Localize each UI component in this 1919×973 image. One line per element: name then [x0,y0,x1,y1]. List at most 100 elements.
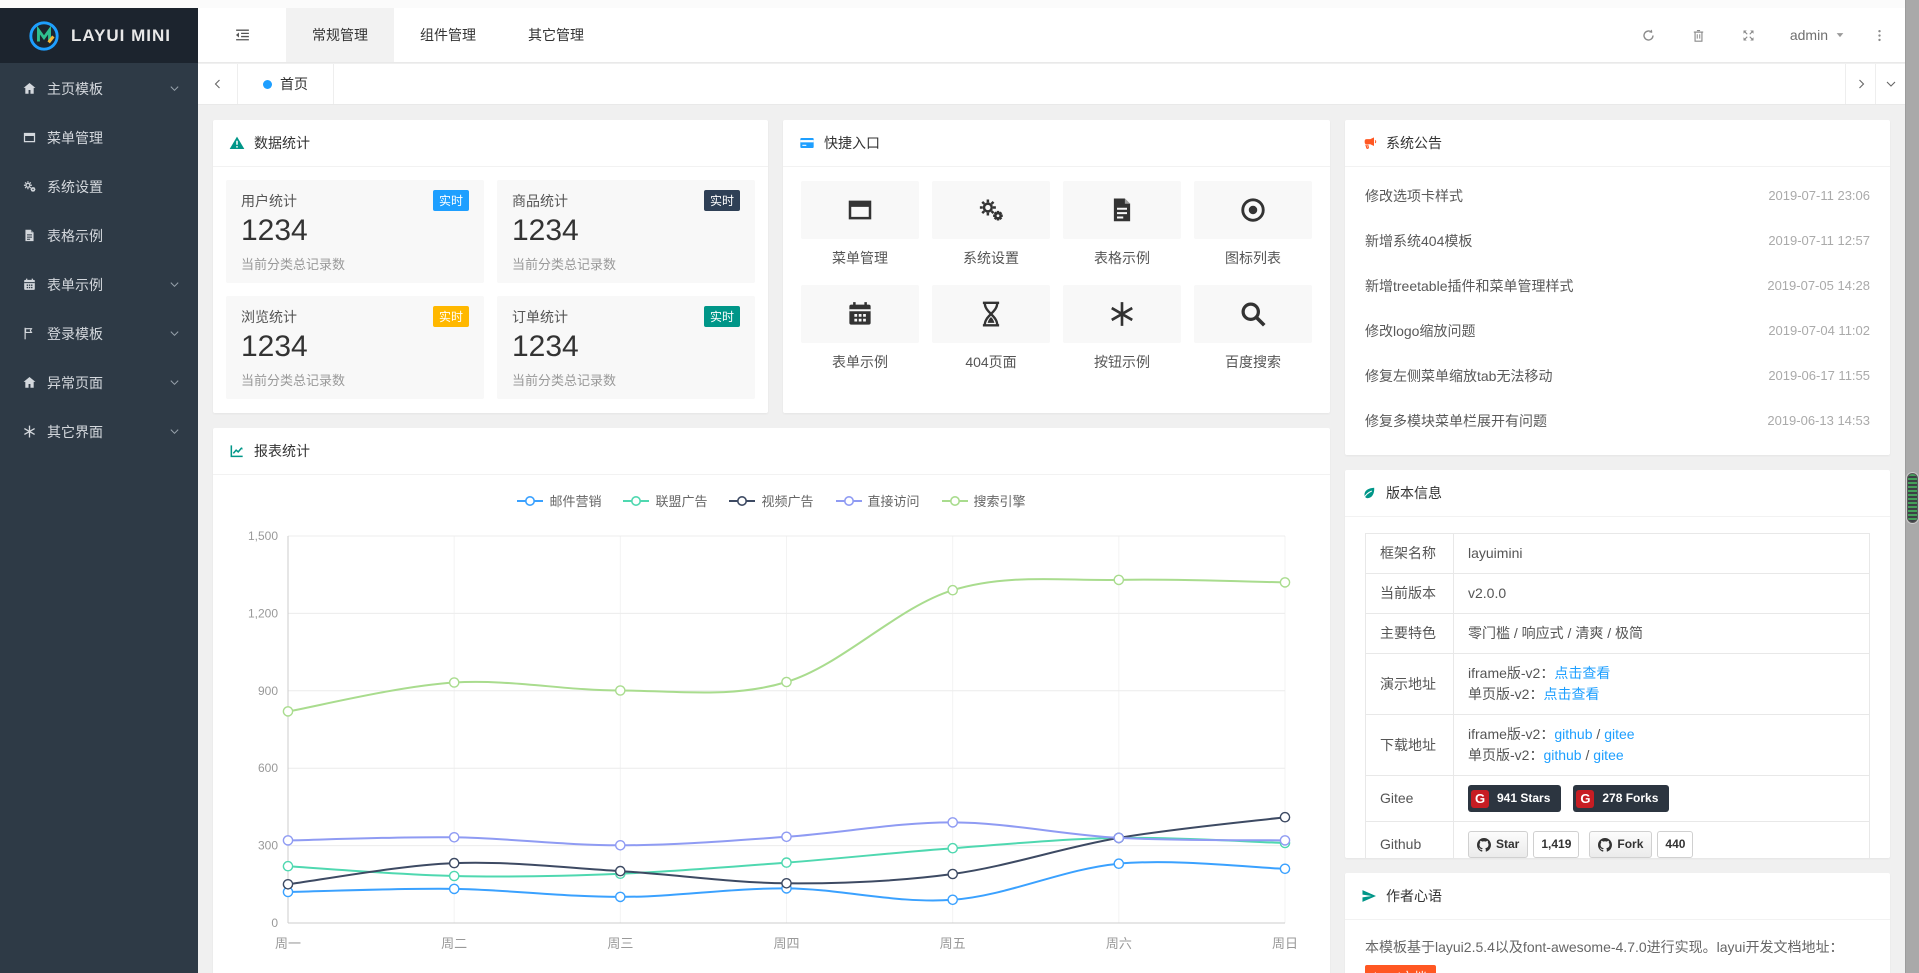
quick-entry-title: 快捷入口 [824,133,880,153]
header-tab-3[interactable]: 其它管理 [502,8,610,62]
outdent-icon [234,27,251,44]
menu-toggle-button[interactable] [198,8,286,62]
quick-entry-header: 快捷入口 [783,120,1330,167]
header-spacer [610,8,1624,62]
quick-entry-4[interactable]: 图标列表 [1194,181,1312,268]
sidebar-item-6[interactable]: 登录模板 [0,309,198,358]
chevron-down-icon [169,83,180,94]
version-value: layuimini [1468,545,1522,561]
sidebar-item-8[interactable]: 其它界面 [0,407,198,456]
quick-entry-label: 按钮示例 [1063,352,1181,372]
tabs-scroll-left-button[interactable] [198,64,238,104]
sidebar-item-3[interactable]: 系统设置 [0,162,198,211]
asterisk-icon [22,424,37,439]
quick-entry-tile [801,285,919,343]
chevron-down-icon [1885,78,1897,90]
browser-scrollbar[interactable] [1905,0,1919,973]
notice-row-6: 修复多模块菜单栏展开有问题2019-06-13 14:53 [1345,398,1890,443]
sidebar-item-4[interactable]: 表格示例 [0,211,198,260]
gitee-badge[interactable]: G278 Forks [1573,785,1669,812]
kebab-icon [1872,28,1887,43]
file-icon [22,228,37,243]
legend-item[interactable]: 邮件营销 [517,491,601,510]
refresh-button[interactable] [1624,8,1674,62]
legend-label: 邮件营销 [549,491,601,510]
layui-doc-badge[interactable]: layui文档 [1365,965,1436,973]
sidebar-item-5[interactable]: 表单示例 [0,260,198,309]
version-content: Star1,419 Fork440 [1454,822,1870,859]
more-options-button[interactable] [1861,8,1897,62]
app-logo: LAYUI MINI [0,8,198,63]
legend-item[interactable]: 视频广告 [729,491,813,510]
legend-item[interactable]: 联盟广告 [623,491,707,510]
gitee-badge[interactable]: G941 Stars [1468,785,1561,812]
flag-icon [22,326,37,341]
version-info-header: 版本信息 [1345,470,1890,517]
tabs-scroll-right-button[interactable] [1845,64,1875,104]
github-fork-button[interactable]: Fork [1589,831,1652,858]
quick-entry-6[interactable]: 404页面 [932,285,1050,372]
chevron-down-icon [1885,78,1897,90]
quick-entry-1[interactable]: 菜单管理 [801,181,919,268]
version-label: 演示地址 [1366,654,1454,715]
report-chart-panel: 报表统计 邮件营销联盟广告视频广告直接访问搜索引擎 周一周二周三周四周五周六周日… [213,428,1330,973]
version-content: iframe版-v2：github / gitee单页版-v2：github /… [1454,715,1870,776]
chevron-right-icon [1855,78,1867,90]
tabs-menu-button[interactable] [1875,64,1905,104]
notice-date: 2019-06-17 11:55 [1768,368,1870,383]
bullhorn-icon [1361,135,1377,151]
expand-icon [1741,28,1756,43]
paper-plane-icon [1361,888,1377,904]
system-notice-header: 系统公告 [1345,120,1890,167]
right-column: 系统公告 修改选项卡样式2019-07-11 23:06新增系统404模板201… [1345,120,1890,973]
link-点击查看[interactable]: 点击查看 [1543,686,1599,702]
version-content: 零门槛 / 响应式 / 清爽 / 极简 [1454,614,1870,654]
legend-item[interactable]: 直接访问 [836,491,920,510]
left-column: 数据统计 用户统计实时1234当前分类总记录数商品统计实时1234当前分类总记录… [213,120,1330,973]
stat-card-label: 用户统计 [241,191,297,211]
refresh-icon [1641,28,1656,43]
quick-entry-2[interactable]: 系统设置 [932,181,1050,268]
legend-item[interactable]: 搜索引擎 [942,491,1026,510]
link-github[interactable]: github [1543,747,1581,763]
legend-marker-icon [623,495,649,507]
sidebar-item-label: 菜单管理 [47,128,180,148]
leaf-icon [1361,485,1377,501]
github-icon [1477,838,1491,852]
notice-date: 2019-07-11 12:57 [1768,233,1870,248]
scrollbar-thumb[interactable] [1907,473,1918,523]
sidebar-item-7[interactable]: 异常页面 [0,358,198,407]
link-github[interactable]: github [1554,726,1592,742]
link-gitee[interactable]: gitee [1593,747,1623,763]
quick-entry-3[interactable]: 表格示例 [1063,181,1181,268]
tab-home[interactable]: 首页 [238,64,334,104]
link-gitee[interactable]: gitee [1604,726,1634,742]
trash-button[interactable] [1674,8,1724,62]
quick-entry-7[interactable]: 按钮示例 [1063,285,1181,372]
chevron-left-icon [212,78,224,90]
quick-entry-tile [1063,285,1181,343]
quick-entry-label: 图标列表 [1194,248,1312,268]
user-menu[interactable]: admin [1774,8,1861,62]
expand-button[interactable] [1724,8,1774,62]
sidebar-item-label: 其它界面 [47,422,169,442]
credit-card-icon [799,135,815,151]
link-prefix: iframe版-v2： [1468,665,1554,681]
gitee-badge-label: 941 Stars [1489,788,1558,809]
github-fork-count[interactable]: 440 [1657,831,1693,858]
top-header: 常规管理组件管理其它管理 admin [198,8,1905,63]
stat-card-label: 订单统计 [512,307,568,327]
stat-card-label: 浏览统计 [241,307,297,327]
github-star-count[interactable]: 1,419 [1533,831,1579,858]
home-icon [22,81,37,96]
header-tab-2[interactable]: 组件管理 [394,8,502,62]
link-点击查看[interactable]: 点击查看 [1554,665,1610,681]
github-star-button[interactable]: Star [1468,831,1528,858]
header-tab-1[interactable]: 常规管理 [286,8,394,62]
version-row-7: GithubStar1,419Fork440 [1366,822,1870,859]
svg-text:900: 900 [258,684,278,698]
quick-entry-8[interactable]: 百度搜索 [1194,285,1312,372]
sidebar-item-2[interactable]: 菜单管理 [0,113,198,162]
quick-entry-5[interactable]: 表单示例 [801,285,919,372]
sidebar-item-1[interactable]: 主页模板 [0,64,198,113]
